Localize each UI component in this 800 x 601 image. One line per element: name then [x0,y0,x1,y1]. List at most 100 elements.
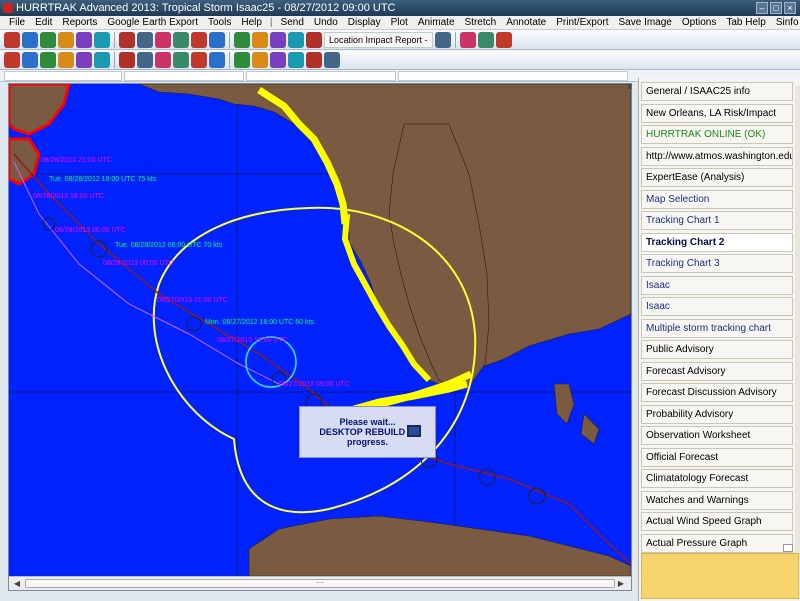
layers-icon[interactable] [137,51,153,68]
pointer-icon[interactable] [155,51,171,68]
panel-item[interactable]: Actual Wind Speed Graph [641,512,793,531]
track-label: 08/27/2013 21:00 UTC [157,297,228,304]
terrain-icon[interactable] [270,51,286,68]
panel-item[interactable]: Observation Worksheet [641,426,793,445]
zoom-out-icon[interactable] [306,51,322,68]
menu-save-image[interactable]: Save Image [614,17,677,28]
menu-print-export[interactable]: Print/Export [551,17,613,28]
rotate-icon[interactable] [173,51,189,68]
panel-scroll-box[interactable] [783,544,793,552]
target-icon[interactable] [324,51,340,68]
stretch-icon[interactable] [40,51,56,68]
window-icon[interactable] [22,31,38,48]
plus-icon[interactable] [477,31,494,48]
panel-item[interactable]: Tracking Chart 3 [641,254,793,273]
storm-icon[interactable] [76,31,92,48]
menu-help[interactable]: Help [236,17,267,28]
tornado-icon[interactable] [306,31,322,48]
track-label: 08/28/2013 18:00 UTC [33,193,104,200]
panel-scrollbar[interactable] [795,86,800,556]
panel-item[interactable]: Tracking Chart 1 [641,211,793,230]
track-label: 08/27/2013 09:00 UTC [279,381,350,388]
alert-icon[interactable] [495,31,512,48]
radar-icon[interactable] [434,31,451,48]
folder-icon[interactable] [119,31,135,48]
panel-item[interactable]: Tracking Chart 2 [641,232,793,252]
scroll-left-icon[interactable]: ◀ [11,578,23,589]
panel-close-icon[interactable]: × [627,82,633,93]
camera-icon[interactable] [209,31,225,48]
pin-icon[interactable] [209,51,225,68]
panel-item[interactable]: ExpertEase (Analysis) [641,168,793,187]
paste-icon[interactable] [119,51,135,68]
copy-icon[interactable] [94,51,110,68]
menu-google-earth-export[interactable]: Google Earth Export [102,17,203,28]
panel-item[interactable]: Map Selection [641,189,793,209]
earth-icon[interactable] [252,31,268,48]
panel-item[interactable]: Isaac [641,275,793,295]
menu-send[interactable]: Send [276,17,309,28]
chart-icon[interactable] [155,31,171,48]
print-icon[interactable] [191,31,207,48]
panel-item[interactable]: New Orleans, LA Risk/Impact [641,103,793,123]
menu-sinfo-email[interactable]: Sinfo Email [771,17,800,28]
menu-display[interactable]: Display [343,17,386,28]
panel-item[interactable]: Forecast Advisory [641,361,793,381]
menu-tab-help[interactable]: Tab Help [721,17,770,28]
document-icon[interactable] [94,31,110,48]
panel-item[interactable]: http://www.atmos.washington.edu/c [641,146,793,166]
location-impact-report-button[interactable]: Location Impact Report - [324,31,433,48]
panel-item[interactable]: Multiple storm tracking chart [641,318,793,338]
close-window-button[interactable]: × [784,2,796,14]
panel-item[interactable]: Public Advisory [641,340,793,359]
arrow-icon[interactable] [191,51,207,68]
menu-plot[interactable]: Plot [386,17,413,28]
save-icon[interactable] [76,51,92,68]
dollar-icon[interactable] [288,31,304,48]
map-icon[interactable] [270,31,286,48]
menu-reports[interactable]: Reports [57,17,102,28]
tracking-map[interactable]: 08/28/2013 21:00 UTC Tue. 08/28/2012 18:0… [9,84,631,576]
panel-icon[interactable] [58,31,74,48]
house-icon[interactable] [22,51,38,68]
panel-item[interactable]: Probability Advisory [641,404,793,424]
menu-file[interactable]: File [4,17,30,28]
menu-annotate[interactable]: Annotate [501,17,551,28]
title-bar: HURRTRAK Advanced 2013: Tropical Storm I… [0,0,800,16]
horizontal-scrollbar[interactable]: ◀ ⋯ ▶ [9,576,631,590]
menu-options[interactable]: Options [677,17,721,28]
menu-undo[interactable]: Undo [309,17,343,28]
flag-icon[interactable] [58,51,74,68]
menu-edit[interactable]: Edit [30,17,57,28]
globe-icon[interactable] [40,31,56,48]
track-label: Tue. 08/28/2012 18:00 UTC 75 kts [49,176,157,183]
track-label: 08/28/2013 06:00 UTC [55,227,126,234]
close-icon[interactable] [4,31,20,48]
panel-item[interactable]: Official Forecast [641,447,793,467]
panel-item[interactable]: General / ISAAC25 info [641,82,793,101]
panel-item[interactable]: Isaac [641,297,793,316]
panel-item[interactable]: Forecast Discussion Advisory [641,383,793,402]
menu-tools[interactable]: Tools [203,17,236,28]
status-cell [398,71,628,81]
star-icon[interactable] [173,31,189,48]
grid-icon[interactable] [252,51,268,68]
toolbar-map [0,50,800,70]
panel-item[interactable]: Climatatology Forecast [641,469,793,488]
page-icon[interactable] [137,31,153,48]
maximize-button[interactable]: □ [770,2,782,14]
image-icon[interactable] [234,31,250,48]
panel-item[interactable]: Watches and Warnings [641,490,793,510]
panel-item[interactable]: Actual Pressure Graph [641,533,793,553]
satellite-icon[interactable] [459,31,476,48]
panel-item[interactable]: HURRTRAK ONLINE (OK) [641,125,793,144]
minimize-button[interactable]: – [756,2,768,14]
scroll-right-icon[interactable]: ▶ [615,578,627,589]
menu-animate[interactable]: Animate [413,17,460,28]
menu-stretch[interactable]: Stretch [460,17,502,28]
hash-icon[interactable] [234,51,250,68]
track-label: 08/28/2013 21:00 UTC [41,157,112,164]
cursor-icon[interactable] [4,51,20,68]
scroll-thumb[interactable]: ⋯ [25,579,615,588]
zoom-in-icon[interactable] [288,51,304,68]
